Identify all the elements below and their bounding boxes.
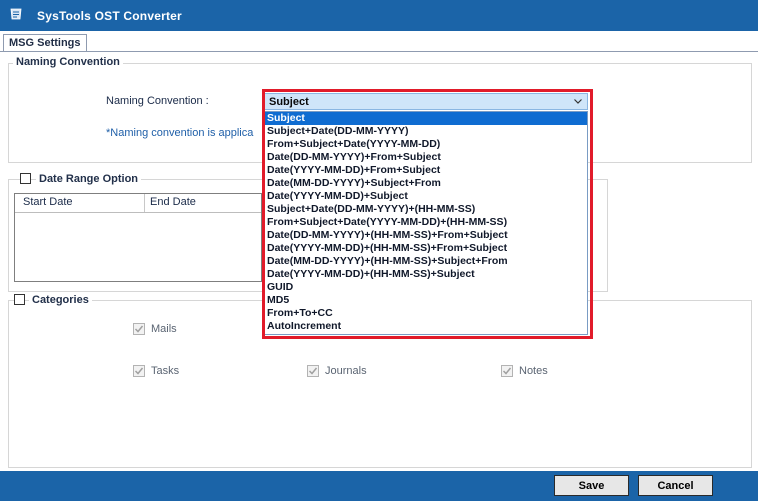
- column-separator[interactable]: [144, 194, 145, 212]
- dropdown-option[interactable]: Subject+Date(DD-MM-YYYY)+(HH-MM-SS): [265, 203, 587, 216]
- dropdown-option[interactable]: Date(DD-MM-YYYY)+(HH-MM-SS)+From+Subject: [265, 229, 587, 242]
- dropdown-option[interactable]: Date(DD-MM-YYYY)+From+Subject: [265, 151, 587, 164]
- bottom-bar: Save Cancel: [0, 471, 758, 501]
- dropdown-option[interactable]: Date(YYYY-MM-DD)+(HH-MM-SS)+From+Subject: [265, 242, 587, 255]
- naming-convention-note: *Naming convention is applica: [106, 127, 254, 139]
- date-range-table[interactable]: Start Date End Date: [14, 193, 262, 282]
- dropdown-option[interactable]: AutoIncrement: [265, 320, 587, 333]
- tab-strip: MSG Settings: [0, 31, 758, 53]
- dropdown-option[interactable]: Date(YYYY-MM-DD)+From+Subject: [265, 164, 587, 177]
- notes-label: Notes: [519, 365, 548, 377]
- notes-checkbox[interactable]: [501, 365, 513, 377]
- tasks-checkbox[interactable]: [133, 365, 145, 377]
- categories-label: Categories: [29, 294, 92, 306]
- naming-convention-select[interactable]: Subject: [264, 93, 588, 110]
- journals-checkbox[interactable]: [307, 365, 319, 377]
- date-range-table-header: Start Date End Date: [15, 194, 261, 213]
- categories-checkbox[interactable]: [14, 294, 25, 305]
- column-header-start-date[interactable]: Start Date: [23, 196, 73, 208]
- dropdown-option[interactable]: GUID: [265, 281, 587, 294]
- save-button[interactable]: Save: [554, 475, 629, 496]
- chevron-down-icon[interactable]: [573, 94, 583, 109]
- mails-checkbox[interactable]: [133, 323, 145, 335]
- dropdown-option[interactable]: Date(MM-DD-YYYY)+(HH-MM-SS)+Subject+From: [265, 255, 587, 268]
- dropdown-option[interactable]: Date(MM-DD-YYYY)+Subject+From: [265, 177, 587, 190]
- naming-convention-label: Naming Convention :: [106, 95, 209, 107]
- tasks-label: Tasks: [151, 365, 180, 377]
- mails-label: Mails: [151, 323, 177, 335]
- naming-convention-dropdown[interactable]: Subject Subject+Date(DD-MM-YYYY) From+Su…: [264, 111, 588, 335]
- app-logo-icon: [10, 8, 22, 20]
- journals-label: Journals: [325, 365, 367, 377]
- column-header-end-date[interactable]: End Date: [150, 196, 196, 208]
- dropdown-option[interactable]: From+Subject+Date(YYYY-MM-DD)+(HH-MM-SS): [265, 216, 587, 229]
- dropdown-option[interactable]: Date(YYYY-MM-DD)+(HH-MM-SS)+Subject: [265, 268, 587, 281]
- naming-convention-group-title: Naming Convention: [13, 56, 123, 68]
- dropdown-option[interactable]: MD5: [265, 294, 587, 307]
- cancel-button[interactable]: Cancel: [638, 475, 713, 496]
- naming-convention-selected-value: Subject: [269, 96, 309, 108]
- dropdown-option[interactable]: Subject+Date(DD-MM-YYYY): [265, 125, 587, 138]
- dropdown-option[interactable]: From+To+CC: [265, 307, 587, 320]
- title-bar: SysTools OST Converter: [0, 0, 758, 31]
- dropdown-option[interactable]: From+Subject+Date(YYYY-MM-DD): [265, 138, 587, 151]
- dropdown-option[interactable]: Date(YYYY-MM-DD)+Subject: [265, 190, 587, 203]
- window-title: SysTools OST Converter: [37, 9, 182, 23]
- date-range-checkbox[interactable]: [20, 173, 31, 184]
- date-range-label: Date Range Option: [36, 173, 142, 185]
- dropdown-option[interactable]: Subject: [265, 112, 587, 125]
